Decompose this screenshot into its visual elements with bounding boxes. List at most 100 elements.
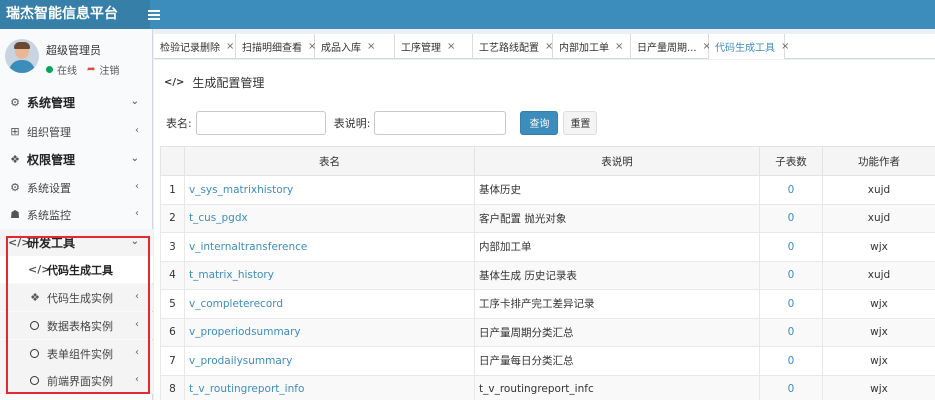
sub-count-cell[interactable]: 0: [759, 260, 823, 290]
table-desc-input[interactable]: [374, 110, 507, 135]
column-header-author[interactable]: 功能作者: [822, 146, 935, 176]
chevron-down-icon: ⌄: [130, 96, 139, 107]
app-title: 瑞杰智能信息平台: [0, 0, 150, 29]
sub-count-cell[interactable]: 0: [759, 374, 823, 400]
table-row[interactable]: 6 v_properiodsummary 日产量周期分类汇总 0 wjx: [160, 317, 935, 347]
row-index: 1: [160, 175, 185, 205]
online-status-label: 在线: [57, 66, 77, 77]
sidebar-item-system-management[interactable]: ⚙ 系统管理 ⌄: [0, 89, 153, 116]
sidebar-item-code-generator[interactable]: </> 代码生成工具: [0, 256, 153, 283]
tab-daily-output-period[interactable]: 日产量周期... ×: [631, 34, 711, 59]
column-header-index: [160, 146, 185, 176]
sub-count-cell[interactable]: 0: [759, 289, 823, 319]
tab-inspection-delete[interactable]: 检验记录删除 ×: [154, 34, 236, 59]
table-desc-cell: 基体生成 历史记录表: [474, 260, 760, 290]
query-button[interactable]: 查询: [520, 110, 559, 135]
cog-icon: ⚙: [10, 181, 20, 194]
avatar: [5, 39, 39, 73]
tab-finished-goods[interactable]: 成品入库 ×: [315, 34, 395, 59]
table-name-cell[interactable]: t_v_routingreport_info: [184, 374, 475, 400]
tab-process-management[interactable]: 工序管理 ×: [395, 34, 473, 59]
table-desc-cell: 工序卡排产完工差异记录: [474, 289, 760, 319]
logout-icon[interactable]: ➦: [87, 64, 95, 75]
tab-bar: 检验记录删除 × 扫描明细查看 × 成品入库 × 工序管理 × 工艺路线配置 × 内部加工…: [154, 34, 935, 59]
chevron-left-icon: ‹: [135, 208, 139, 219]
sidebar-item-dev-tools[interactable]: </> 研发工具 ⌄: [0, 229, 153, 256]
table-desc-cell: 内部加工单: [474, 232, 760, 262]
row-index: 8: [160, 374, 185, 400]
user-name: 超级管理员: [46, 44, 101, 57]
cubes-icon: ❖: [30, 291, 40, 304]
table-row[interactable]: 4 t_matrix_history 基体生成 历史记录表 0 xujd: [160, 260, 935, 290]
close-icon[interactable]: ×: [226, 41, 234, 52]
circle-icon: [30, 376, 39, 385]
table-name-cell[interactable]: t_cus_pgdx: [184, 203, 475, 233]
table-name-cell[interactable]: v_completerecord: [184, 289, 475, 319]
tab-code-generator[interactable]: 代码生成工具 ×: [709, 34, 789, 59]
close-icon[interactable]: ×: [447, 41, 455, 52]
tab-label: 扫描明细查看: [242, 43, 302, 54]
close-icon[interactable]: ×: [367, 41, 375, 52]
table-name-cell[interactable]: v_properiodsummary: [184, 317, 475, 347]
table-row[interactable]: 2 t_cus_pgdx 客户配置 抛光对象 0 xujd: [160, 203, 935, 233]
sidebar-item-label: 系统监控: [27, 208, 71, 222]
chevron-left-icon: ‹: [135, 291, 139, 302]
tab-routing-config[interactable]: 工艺路线配置 ×: [473, 34, 553, 59]
table-row[interactable]: 8 t_v_routingreport_info t_v_routingrepo…: [160, 374, 935, 400]
table-row[interactable]: 5 v_completerecord 工序卡排产完工差异记录 0 wjx: [160, 289, 935, 319]
table-name-cell[interactable]: t_matrix_history: [184, 260, 475, 290]
user-panel: 超级管理员 在线 ➦ 注销: [0, 29, 153, 85]
sidebar-item-permissions[interactable]: ❖ 权限管理 ⌄: [0, 146, 153, 173]
cubes-icon: ❖: [10, 153, 20, 166]
sidebar-item-codegen-examples[interactable]: ❖ 代码生成实例 ‹: [0, 284, 153, 311]
sub-count-cell[interactable]: 0: [759, 203, 823, 233]
menu-toggle-icon[interactable]: [148, 0, 162, 29]
sidebar-item-form-examples[interactable]: 表单组件实例 ‹: [0, 340, 153, 367]
table-name-cell[interactable]: v_internaltransference: [184, 232, 475, 262]
table-desc-cell: 日产量每日分类汇总: [474, 346, 760, 376]
table-name-input[interactable]: [195, 110, 326, 135]
sidebar-item-label: 系统设置: [27, 181, 71, 195]
close-icon[interactable]: ×: [781, 41, 789, 52]
table-name-cell[interactable]: v_sys_matrixhistory: [184, 175, 475, 205]
sidebar-item-organization[interactable]: ⊞ 组织管理 ‹: [0, 118, 153, 145]
grid-icon: ⊞: [10, 125, 20, 138]
sub-count-cell[interactable]: 0: [759, 232, 823, 262]
sidebar-item-frontend-examples[interactable]: 前端界面实例 ‹: [0, 367, 153, 394]
sub-count-cell[interactable]: 0: [759, 317, 823, 347]
close-icon[interactable]: ×: [615, 41, 623, 52]
code-icon: </>: [164, 77, 185, 88]
chevron-left-icon: ‹: [135, 319, 139, 330]
column-header-table-desc[interactable]: 表说明: [474, 146, 760, 176]
sub-count-cell[interactable]: 0: [759, 346, 823, 376]
page-title: 生成配置管理: [192, 76, 265, 90]
sidebar-item-system-settings[interactable]: ⚙ 系统设置 ‹: [0, 174, 153, 201]
table-row[interactable]: 7 v_prodailysummary 日产量每日分类汇总 0 wjx: [160, 346, 935, 376]
author-cell: wjx: [822, 374, 935, 400]
sidebar-item-label: 表单组件实例: [47, 347, 113, 361]
circle-icon: [30, 349, 39, 358]
table-desc-cell: 日产量周期分类汇总: [474, 317, 760, 347]
tab-label: 代码生成工具: [715, 43, 775, 54]
table-desc-cell: t_v_routingreport_infc: [474, 374, 760, 400]
logout-link[interactable]: 注销: [99, 62, 119, 77]
tab-internal-work-order[interactable]: 内部加工单 ×: [553, 34, 631, 59]
author-cell: xujd: [822, 260, 935, 290]
sidebar-item-datagrid-examples[interactable]: 数据表格实例 ‹: [0, 312, 153, 339]
column-header-sub-count[interactable]: 子表数: [759, 146, 823, 176]
reset-button[interactable]: 重置: [563, 110, 598, 135]
table-row[interactable]: 1 v_sys_matrixhistory 基体历史 0 xujd: [160, 175, 935, 205]
row-index: 2: [160, 203, 185, 233]
sidebar-item-system-monitor[interactable]: ☗ 系统监控 ‹: [0, 201, 153, 228]
column-header-table-name[interactable]: 表名: [184, 146, 475, 176]
table-row[interactable]: 3 v_internaltransference 内部加工单 0 wjx: [160, 232, 935, 262]
sub-count-cell[interactable]: 0: [759, 175, 823, 205]
tab-scan-detail[interactable]: 扫描明细查看 ×: [236, 34, 316, 59]
sidebar-item-label: 系统管理: [27, 96, 76, 110]
data-table: 表名 表说明 子表数 功能作者 1 v_sys_matrixhistory 基体…: [160, 146, 935, 400]
author-cell: xujd: [822, 203, 935, 233]
author-cell: wjx: [822, 346, 935, 376]
table-desc-cell: 客户配置 抛光对象: [474, 203, 760, 233]
monitor-icon: ☗: [10, 208, 20, 221]
table-name-cell[interactable]: v_prodailysummary: [184, 346, 475, 376]
